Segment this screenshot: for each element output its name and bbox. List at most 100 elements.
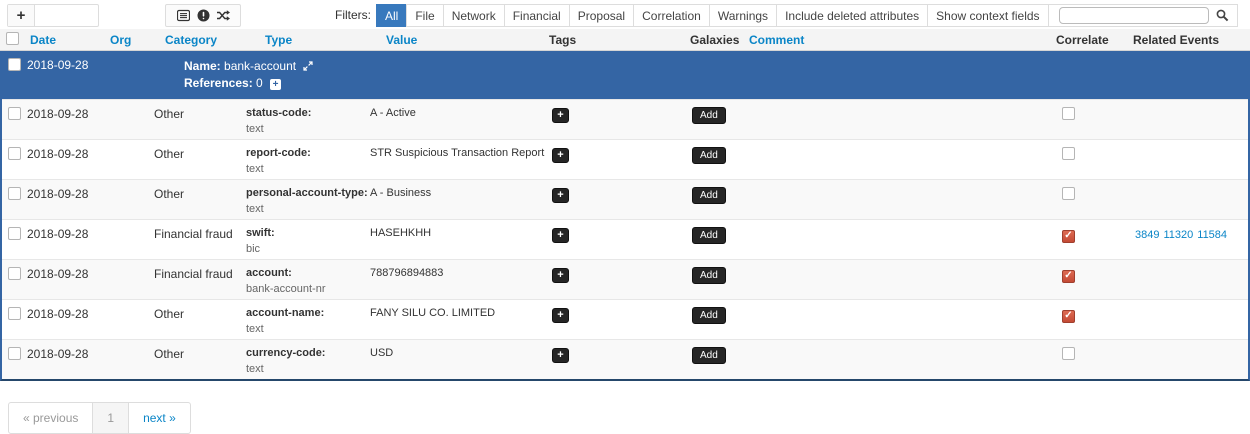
row-checkbox[interactable] — [8, 227, 21, 240]
select-all-checkbox[interactable] — [6, 32, 19, 45]
correlate-checkbox[interactable] — [1062, 107, 1075, 120]
correlate-checkbox[interactable] — [1062, 270, 1075, 283]
add-attribute-button[interactable]: + — [8, 5, 35, 26]
filter-tab-include-deleted-attributes[interactable]: Include deleted attributes — [776, 4, 928, 27]
column-header-org[interactable]: Org — [110, 33, 131, 47]
attribute-type-subtype: text — [246, 363, 368, 375]
filter-tab-network[interactable]: Network — [443, 4, 505, 27]
add-tag-button[interactable]: + — [552, 108, 569, 123]
attribute-org — [112, 220, 152, 259]
row-checkbox[interactable] — [8, 107, 21, 120]
add-reference-icon[interactable] — [270, 79, 281, 90]
attribute-value: A - Business — [368, 180, 547, 219]
pagination-next[interactable]: next » — [128, 403, 190, 433]
object-date: 2018-09-28 — [26, 51, 112, 99]
filter-tab-proposal[interactable]: Proposal — [569, 4, 634, 27]
column-header-date[interactable]: Date — [30, 33, 56, 47]
add-tag-button[interactable]: + — [552, 268, 569, 283]
add-galaxy-button[interactable]: Add — [692, 307, 726, 324]
attribute-type-subtype: text — [246, 203, 368, 215]
attribute-org — [112, 260, 152, 299]
add-galaxy-button[interactable]: Add — [692, 347, 726, 364]
column-header-category[interactable]: Category — [165, 33, 217, 47]
attribute-category: Financial fraud — [152, 260, 244, 299]
filter-tab-file[interactable]: File — [406, 4, 443, 27]
add-tag-button[interactable]: + — [552, 308, 569, 323]
filter-tab-warnings[interactable]: Warnings — [709, 4, 777, 27]
correlate-cell — [1052, 100, 1130, 139]
attribute-type-subtype: text — [246, 163, 368, 175]
exclamation-icon[interactable] — [196, 8, 211, 23]
attribute-value: USD — [368, 340, 547, 379]
correlate-checkbox[interactable] — [1062, 347, 1075, 360]
attribute-comment — [747, 180, 1052, 219]
attribute-category: Financial fraud — [152, 220, 244, 259]
add-tag-button[interactable]: + — [552, 148, 569, 163]
attribute-date: 2018-09-28 — [26, 140, 112, 179]
attribute-comment — [747, 140, 1052, 179]
object-group: 2018-09-28 Name: bank-account References… — [0, 51, 1250, 381]
add-galaxy-button[interactable]: Add — [692, 227, 726, 244]
row-checkbox-cell — [2, 340, 26, 379]
correlate-checkbox[interactable] — [1062, 187, 1075, 200]
add-tag-button[interactable]: + — [552, 188, 569, 203]
header-cell: Comment — [745, 33, 1050, 47]
correlate-checkbox[interactable] — [1062, 147, 1075, 160]
galaxies-cell: Add — [687, 140, 747, 179]
row-checkbox[interactable] — [8, 347, 21, 360]
tags-cell: + — [547, 180, 687, 219]
filter-tab-all[interactable]: All — [376, 4, 407, 27]
column-header-value[interactable]: Value — [386, 33, 417, 47]
related-events — [1130, 340, 1250, 379]
search-icon[interactable] — [1216, 9, 1229, 22]
object-name: bank-account — [224, 59, 296, 73]
filter-tab-correlation[interactable]: Correlation — [633, 4, 710, 27]
object-checkbox-cell — [2, 51, 26, 99]
column-header-comment[interactable]: Comment — [749, 33, 804, 47]
attribute-type: account-name: text — [244, 300, 368, 339]
related-event-link[interactable]: 11320 — [1163, 229, 1193, 241]
object-row-checkbox[interactable] — [8, 58, 21, 71]
correlate-cell — [1052, 260, 1130, 299]
row-checkbox[interactable] — [8, 307, 21, 320]
related-events — [1130, 100, 1250, 139]
attribute-value: STR Suspicious Transaction Report — [368, 140, 547, 179]
row-checkbox-cell — [2, 100, 26, 139]
expand-icon[interactable] — [303, 61, 313, 71]
attribute-type: report-code: text — [244, 140, 368, 179]
correlate-checkbox[interactable] — [1062, 230, 1075, 243]
attribute-comment — [747, 100, 1052, 139]
add-galaxy-button[interactable]: Add — [692, 267, 726, 284]
filter-tab-financial[interactable]: Financial — [504, 4, 570, 27]
header-cell: Category — [150, 33, 242, 47]
search-input[interactable] — [1059, 7, 1209, 24]
row-checkbox[interactable] — [8, 267, 21, 280]
add-tag-button[interactable]: + — [552, 348, 569, 363]
search-cell — [1048, 4, 1238, 27]
column-header-type[interactable]: Type — [265, 33, 292, 47]
attribute-type-subtype: text — [246, 123, 368, 135]
add-tag-button[interactable]: + — [552, 228, 569, 243]
row-checkbox[interactable] — [8, 187, 21, 200]
shuffle-icon[interactable] — [216, 8, 231, 23]
filter-tab-show-context-fields[interactable]: Show context fields — [927, 4, 1048, 27]
column-header-galaxies: Galaxies — [690, 33, 739, 47]
attribute-row: 2018-09-28 Other status-code: text A - A… — [2, 99, 1248, 139]
object-row[interactable]: 2018-09-28 Name: bank-account References… — [2, 51, 1248, 99]
list-icon[interactable] — [176, 8, 191, 23]
pagination-1[interactable]: 1 — [92, 403, 128, 433]
add-galaxy-button[interactable]: Add — [692, 147, 726, 164]
related-event-link[interactable]: 11584 — [1197, 229, 1227, 241]
row-checkbox[interactable] — [8, 147, 21, 160]
correlate-checkbox[interactable] — [1062, 310, 1075, 323]
add-galaxy-button[interactable]: Add — [692, 187, 726, 204]
attribute-value: 788796894883 — [368, 260, 547, 299]
tags-cell: + — [547, 340, 687, 379]
attribute-type-name: currency-code: — [246, 347, 368, 359]
attribute-type-name: report-code: — [246, 147, 368, 159]
header-cell: Value — [366, 33, 545, 47]
add-galaxy-button[interactable]: Add — [692, 107, 726, 124]
galaxies-cell: Add — [687, 100, 747, 139]
related-event-link[interactable]: 3849 — [1135, 229, 1159, 241]
attribute-type: swift: bic — [244, 220, 368, 259]
